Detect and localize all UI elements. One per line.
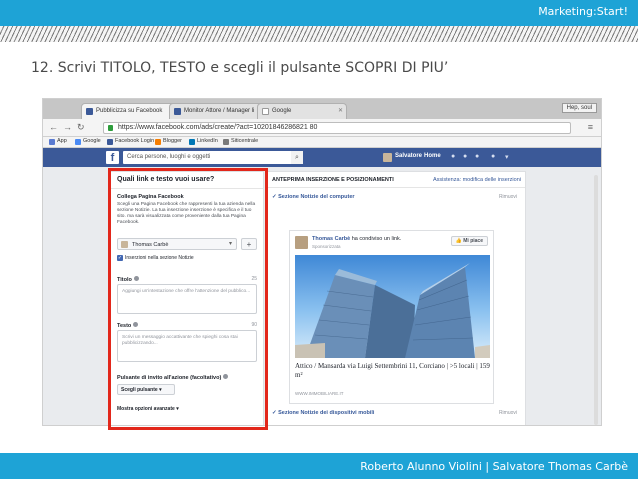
- remove-placement-link[interactable]: Rimuovi: [499, 410, 517, 416]
- checkmark-icon: ✓: [272, 194, 277, 200]
- facebook-favicon-icon: [86, 108, 93, 115]
- google-icon: [75, 139, 81, 145]
- settings-caret-icon[interactable]: ▾: [505, 153, 509, 161]
- slide-header: Marketing:Start!: [0, 0, 638, 26]
- bookmarks-bar: App Google Facebook Login Blogger Linked…: [43, 137, 601, 148]
- page-scrollbar[interactable]: [594, 175, 598, 425]
- slide-title: 12. Scrivi TITOLO, TESTO e scegli il pul…: [31, 60, 449, 76]
- privacy-lock-icon[interactable]: ●: [491, 153, 495, 160]
- link-domain: WWW.IMMOBILIARE.IT: [295, 391, 344, 396]
- building-photo-icon: [295, 263, 490, 358]
- decorative-pattern-band: [0, 26, 638, 42]
- linkedin-icon: [189, 139, 195, 145]
- address-bar: ← → ↻ https://www.facebook.com/ads/creat…: [43, 119, 601, 137]
- tab-label: Pubblicizza su Facebook: [96, 108, 163, 114]
- user-name-link[interactable]: Salvatore: [395, 153, 422, 159]
- highlight-frame: [108, 168, 268, 430]
- messages-icon[interactable]: ●: [463, 153, 467, 160]
- close-tab-icon[interactable]: ✕: [338, 107, 343, 114]
- post-preview-card: Thomas Carbè ha condiviso un link. Spons…: [289, 230, 494, 404]
- lock-icon: [108, 125, 113, 131]
- brand-label: Marketing:Start!: [538, 5, 628, 18]
- post-meta: Sponsorizzata: [312, 244, 341, 249]
- back-arrow-icon[interactable]: ←: [49, 122, 58, 132]
- tab-label: Google: [272, 108, 292, 114]
- friend-requests-icon[interactable]: ●: [451, 153, 455, 160]
- bookmark-google[interactable]: Google: [75, 138, 101, 145]
- link-title[interactable]: Attico / Mansarda via Luigi Settembrini …: [295, 362, 490, 379]
- facebook-icon: [107, 139, 113, 145]
- facebook-search-input[interactable]: Cerca persone, luoghi e oggetti: [123, 151, 299, 164]
- facebook-logo-icon[interactable]: f: [106, 151, 119, 164]
- home-link[interactable]: Home: [424, 153, 441, 159]
- desktop-newsfeed-section[interactable]: ✓ Sezione Notizie del computer: [272, 194, 355, 200]
- reload-icon[interactable]: ↻: [77, 122, 85, 133]
- remove-placement-link[interactable]: Rimuovi: [499, 194, 517, 200]
- thumbs-up-icon: 👍: [455, 238, 462, 244]
- footer-authors: Roberto Alunno Violini | Salvatore Thoma…: [360, 460, 628, 473]
- divider: [268, 187, 525, 188]
- facebook-favicon-icon: [174, 108, 181, 115]
- bookmark-siticentrale[interactable]: Siticentrale: [223, 138, 258, 145]
- url-text: https://www.facebook.com/ads/create/?act…: [118, 124, 318, 131]
- facebook-top-bar: f Cerca persone, luoghi e oggetti ⌕ Salv…: [43, 148, 601, 167]
- browser-tab-bar: Pubblicizza su Facebook ✕ Monitor Attore…: [43, 99, 601, 119]
- bookmark-app[interactable]: App: [49, 138, 67, 145]
- post-author: Thomas Carbè ha condiviso un link.: [312, 236, 402, 242]
- bookmark-blogger[interactable]: Blogger: [155, 138, 182, 145]
- mobile-newsfeed-section[interactable]: ✓ Sezione Notizie dei dispositivi mobili: [272, 410, 374, 416]
- blogger-icon: [155, 139, 161, 145]
- notifications-icon[interactable]: ●: [475, 153, 479, 160]
- avatar: [295, 236, 308, 249]
- folder-icon: [223, 139, 229, 145]
- url-input[interactable]: https://www.facebook.com/ads/create/?act…: [103, 122, 571, 134]
- like-page-button[interactable]: 👍 Mi piace: [450, 236, 488, 246]
- browser-tab-google[interactable]: Google ✕: [257, 103, 347, 119]
- slide-footer: Roberto Alunno Violini | Salvatore Thoma…: [0, 453, 638, 479]
- google-favicon-icon: [262, 108, 269, 115]
- bookmark-facebook-login[interactable]: Facebook Login: [107, 138, 154, 145]
- search-icon[interactable]: ⌕: [291, 151, 303, 164]
- help-link[interactable]: Assistenza: modifica delle inserzioni: [433, 177, 521, 183]
- forward-arrow-icon[interactable]: →: [63, 122, 72, 132]
- window-profile-label[interactable]: Hep, soul: [561, 103, 597, 113]
- checkmark-icon: ✓: [272, 410, 277, 416]
- ad-preview-panel: ANTEPRIMA INSERZIONE E POSIZIONAMENTI As…: [267, 171, 526, 425]
- avatar[interactable]: [383, 153, 392, 162]
- post-image: [295, 255, 490, 358]
- preview-title: ANTEPRIMA INSERZIONE E POSIZIONAMENTI: [272, 177, 394, 183]
- tab-label: Monitor Attore / Manager li: [184, 108, 255, 114]
- browser-tab-ads-create[interactable]: Pubblicizza su Facebook ✕: [81, 103, 181, 119]
- bookmark-linkedin[interactable]: LinkedIn: [189, 138, 218, 145]
- browser-menu-icon[interactable]: ≡: [588, 122, 593, 132]
- apps-grid-icon: [49, 139, 55, 145]
- browser-tab-monitor[interactable]: Monitor Attore / Manager li ✕: [169, 103, 269, 119]
